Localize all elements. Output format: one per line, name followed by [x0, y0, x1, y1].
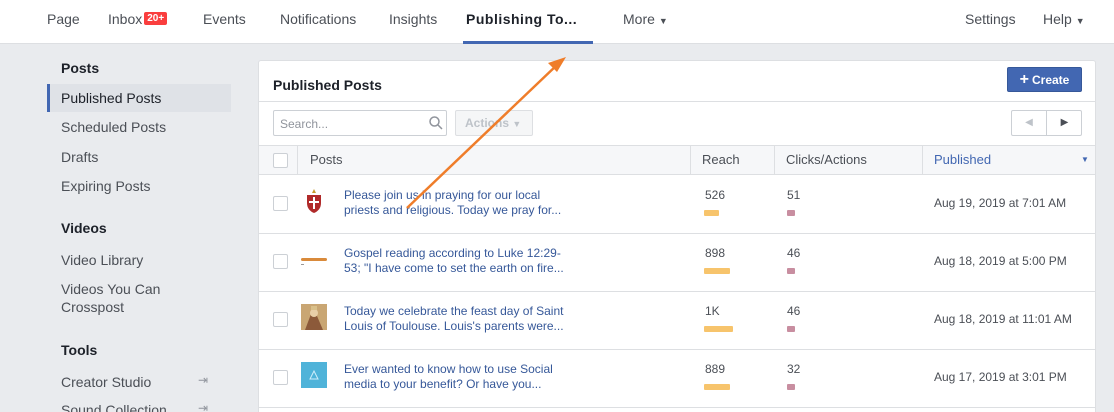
sidebar-item-published-posts[interactable]: Published Posts — [47, 84, 231, 112]
post-text-link[interactable]: Gospel reading according to Luke 12:29- 5… — [344, 246, 604, 276]
sidebar-item-label: Crosspost — [61, 299, 125, 315]
actions-dropdown[interactable]: Actions ▼ — [455, 110, 533, 136]
caret-down-icon: ▼ — [512, 119, 522, 129]
nav-notifications[interactable]: Notifications — [280, 11, 356, 27]
post-text-line: Gospel reading according to Luke 12:29- — [344, 246, 561, 260]
sidebar-item-expiring-posts[interactable]: Expiring Posts — [47, 177, 231, 195]
clicks-bar — [787, 384, 795, 390]
plus-icon: + — [1019, 71, 1029, 88]
chevron-right-icon: ▶ — [1060, 117, 1069, 128]
nav-more-label: More — [623, 11, 655, 27]
published-date: Aug 17, 2019 at 3:01 PM — [934, 370, 1067, 384]
reach-value: 898 — [705, 246, 726, 260]
post-text-line: Louis of Toulouse. Louis's parents were.… — [344, 319, 564, 333]
select-all-checkbox[interactable] — [273, 153, 288, 168]
create-button-label: Create — [1031, 73, 1070, 87]
search-box — [273, 110, 447, 136]
row-checkbox[interactable] — [273, 196, 288, 211]
caret-down-icon: ▼ — [1075, 16, 1085, 26]
reach-value: 1K — [705, 304, 720, 318]
nav-help[interactable]: Help ▼ — [1043, 11, 1085, 27]
reach-bar — [704, 326, 733, 332]
sidebar-heading-videos: Videos — [61, 220, 107, 236]
sidebar-item-videos-crosspost[interactable]: Videos You Can Crosspost — [47, 280, 231, 316]
sidebar-item-video-library[interactable]: Video Library — [47, 251, 231, 269]
clicks-value: 32 — [787, 362, 801, 376]
column-header-reach[interactable]: Reach — [690, 146, 774, 174]
post-text-line: priests and religious. Today we pray for… — [344, 203, 562, 217]
nav-page[interactable]: Page — [47, 11, 80, 27]
post-thumbnail[interactable] — [301, 246, 327, 272]
reach-value: 889 — [705, 362, 726, 376]
published-date: Aug 18, 2019 at 11:01 AM — [934, 312, 1072, 326]
reach-bar — [704, 268, 730, 274]
nav-inbox-label: Inbox — [108, 11, 143, 27]
previous-page-button[interactable]: ◀ — [1012, 111, 1047, 135]
inbox-badge: 20+ — [144, 12, 168, 25]
create-button[interactable]: + Create — [1007, 67, 1082, 92]
sidebar-item-label: Videos You Can — [61, 281, 161, 297]
nav-publishing-tools[interactable]: Publishing To... — [466, 11, 577, 27]
clicks-value: 46 — [787, 304, 801, 318]
top-nav: Page Inbox 20+ Events Notifications Insig… — [0, 0, 1114, 44]
reach-bar — [704, 210, 719, 216]
post-thumbnail[interactable] — [301, 188, 327, 214]
post-text-link[interactable]: Ever wanted to know how to use Social med… — [344, 362, 604, 392]
table-header: Posts Reach Clicks/Actions Published ▼ — [259, 145, 1095, 175]
post-text-link[interactable]: Today we celebrate the feast day of Sain… — [344, 304, 604, 334]
nav-more[interactable]: More ▼ — [623, 11, 668, 27]
published-posts-panel: Published Posts +Create Actions ▼ ◀ ▶ Po… — [258, 60, 1096, 412]
table-row[interactable]: Today we celebrate the feast day of Sain… — [259, 292, 1095, 350]
post-thumbnail[interactable] — [301, 304, 327, 330]
row-checkbox[interactable] — [273, 312, 288, 327]
external-link-icon: ⇥ — [198, 373, 209, 387]
chevron-left-icon: ◀ — [1025, 117, 1033, 128]
row-checkbox[interactable] — [273, 370, 288, 385]
nav-inbox[interactable]: Inbox 20+ — [108, 11, 168, 28]
divider — [259, 101, 1095, 102]
sidebar-item-drafts[interactable]: Drafts — [47, 148, 231, 166]
column-header-published[interactable]: Published — [922, 146, 1095, 174]
clicks-bar — [787, 210, 795, 216]
column-header-clicks[interactable]: Clicks/Actions — [774, 146, 922, 174]
pagination: ◀ ▶ — [1011, 110, 1082, 136]
sidebar-heading-posts: Posts — [61, 60, 100, 76]
table-row[interactable]: Gospel reading according to Luke 12:29- 5… — [259, 234, 1095, 292]
clicks-bar — [787, 326, 795, 332]
sort-descending-icon: ▼ — [1081, 155, 1089, 164]
caret-down-icon: ▼ — [658, 16, 668, 26]
sidebar-item-scheduled-posts[interactable]: Scheduled Posts — [47, 118, 231, 136]
panel-title: Published Posts — [273, 77, 382, 93]
post-thumbnail[interactable] — [301, 362, 327, 388]
post-text-line: media to your benefit? Or have you... — [344, 377, 542, 391]
post-text-line: 53; "I have come to set the earth on fir… — [344, 261, 564, 275]
post-text-line: Ever wanted to know how to use Social — [344, 362, 553, 376]
external-link-icon: ⇥ — [198, 401, 209, 412]
search-input[interactable] — [280, 115, 420, 133]
published-date: Aug 19, 2019 at 7:01 AM — [934, 196, 1067, 210]
post-text-link[interactable]: Please join us in praying for our local p… — [344, 188, 604, 218]
clicks-value: 46 — [787, 246, 801, 260]
search-icon[interactable] — [428, 115, 444, 131]
reach-value: 526 — [705, 188, 726, 202]
nav-help-label: Help — [1043, 11, 1072, 27]
active-tab-underline — [463, 41, 593, 44]
table-row[interactable]: Please join us in praying for our local p… — [259, 176, 1095, 234]
nav-insights[interactable]: Insights — [389, 11, 437, 27]
table-row[interactable]: Ever wanted to know how to use Social med… — [259, 350, 1095, 408]
sidebar-heading-tools: Tools — [61, 342, 98, 358]
post-text-line: Please join us in praying for our local — [344, 188, 541, 202]
nav-events[interactable]: Events — [203, 11, 246, 27]
column-header-posts[interactable]: Posts — [297, 146, 690, 174]
clicks-value: 51 — [787, 188, 801, 202]
reach-bar — [704, 384, 730, 390]
actions-label: Actions — [465, 116, 510, 130]
clicks-bar — [787, 268, 795, 274]
next-page-button[interactable]: ▶ — [1047, 111, 1082, 135]
post-text-line: Today we celebrate the feast day of Sain… — [344, 304, 564, 318]
nav-settings[interactable]: Settings — [965, 11, 1016, 27]
published-date: Aug 18, 2019 at 5:00 PM — [934, 254, 1067, 268]
row-checkbox[interactable] — [273, 254, 288, 269]
